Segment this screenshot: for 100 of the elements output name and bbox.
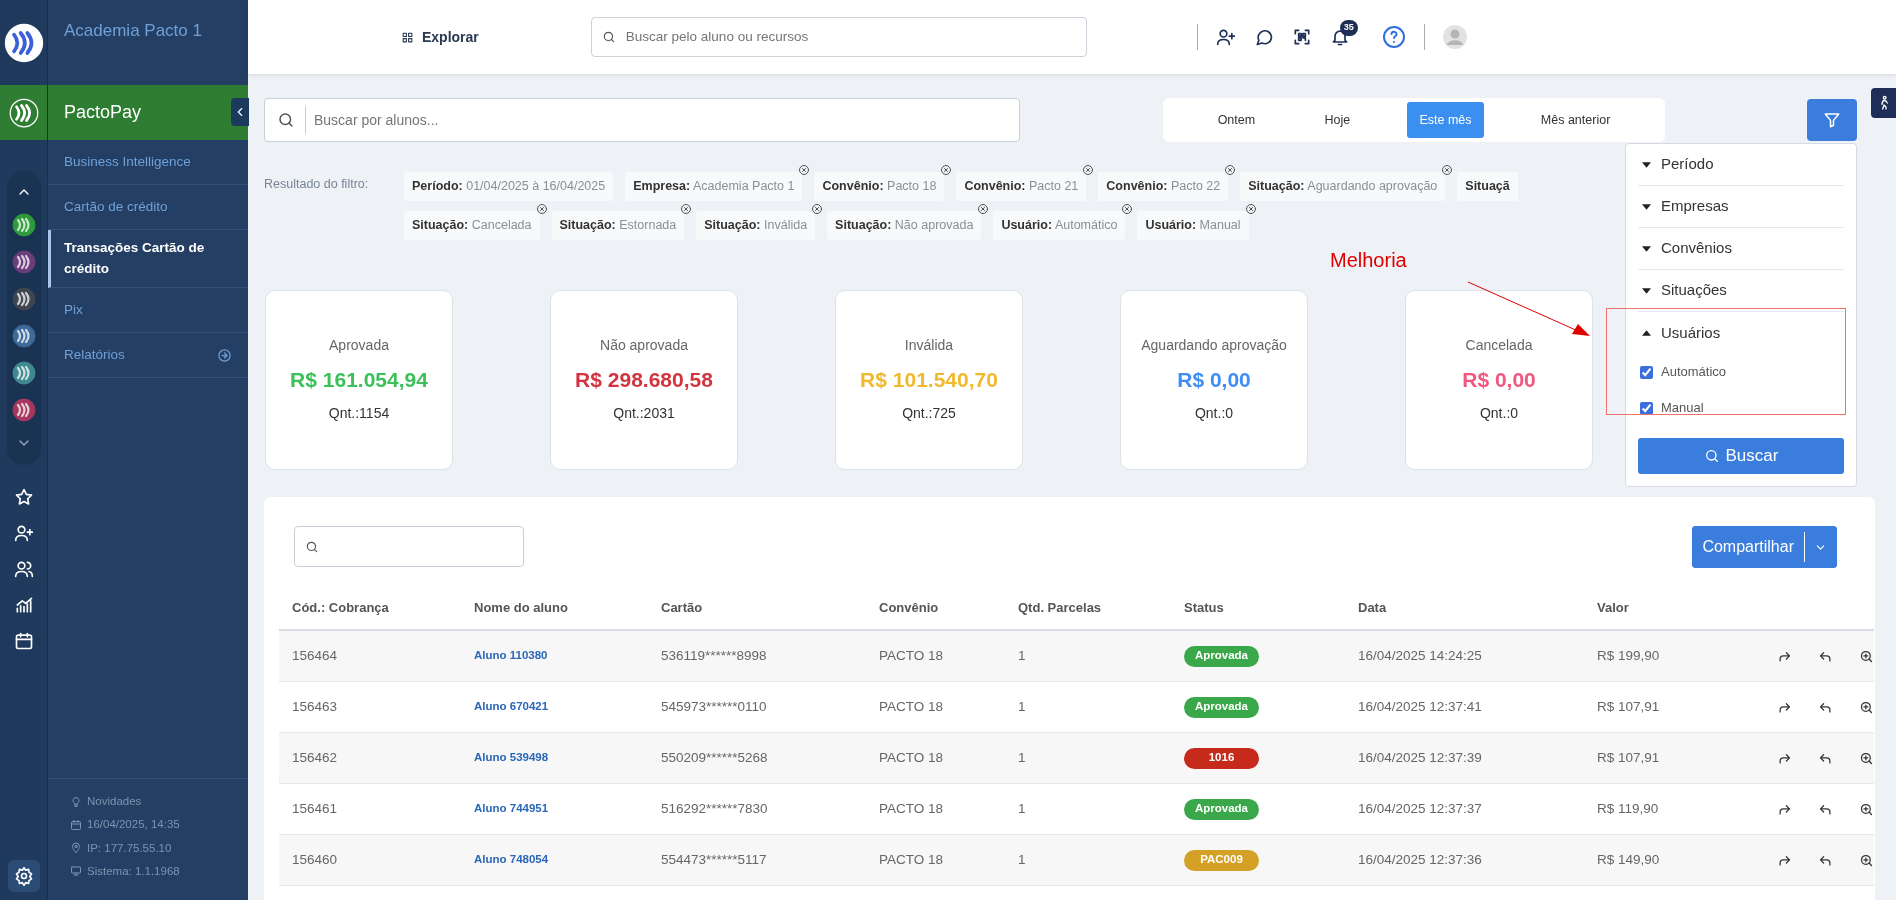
footer-text: 16/04/2025, 14:35 [87,817,180,833]
table-cell-text: 1 [1018,646,1026,665]
user-plus-icon[interactable] [13,523,34,543]
remove-icon[interactable] [977,202,990,215]
table-cell-text: 16/04/2025 14:24:25 [1358,646,1482,665]
table-cell-text: 550209******5268 [661,748,768,767]
period-tab[interactable]: Ontem [1205,101,1268,139]
app-icon[interactable] [11,250,36,274]
period-tab[interactable]: Hoje [1312,101,1363,139]
remove-icon[interactable] [680,202,693,215]
sidebar-item[interactable]: Relatórios [48,333,248,378]
search-button[interactable]: Buscar [1638,438,1844,474]
remove-icon[interactable] [535,202,548,215]
search-icon [277,111,295,129]
search-box[interactable]: Buscar por alunos... [264,98,1020,142]
dropdown-toggle-button[interactable] [1804,525,1837,568]
filter-section[interactable]: Situações [1638,270,1844,312]
card-count: Qnt.:0 [1194,404,1234,424]
search-field[interactable] [294,526,524,567]
app-icon[interactable] [11,398,36,422]
table-cell-text: 1 [1018,799,1026,818]
module-icon[interactable] [8,97,39,128]
checkbox[interactable] [1640,365,1653,379]
table-cell-text: 516292******7830 [661,799,768,818]
table-cell-text: PACTO 18 [879,646,944,665]
explore-button[interactable]: Explorar [401,26,479,48]
user-plus-icon[interactable] [1215,27,1236,47]
filter-section[interactable]: Usuários [1638,312,1844,354]
sidebar-item[interactable]: Business Intelligence [48,140,248,185]
sidebar-item[interactable]: Cartão de crédito [48,185,248,230]
status-badge: Aprovada [1184,798,1259,820]
remove-icon[interactable] [1224,164,1237,176]
sidebar-item[interactable]: Pix [48,288,248,333]
student-link[interactable]: Aluno 744951 [474,800,549,818]
footer-text: Sistema: 1.1.1968 [87,863,180,879]
card-title: Não aprovada [600,335,688,355]
status-badge: 1016 [1184,747,1259,769]
filter-section[interactable]: Período [1638,144,1844,186]
star-icon[interactable] [13,487,34,507]
checkbox-label[interactable]: Manual [1661,398,1704,418]
sidebar-item[interactable]: Transações Cartão de crédito [48,230,248,288]
zoom-in-icon[interactable] [1859,852,1874,868]
remove-icon[interactable] [798,164,811,176]
search-box[interactable]: Buscar pelo aluno ou recursos [590,17,1087,57]
settings-icon[interactable] [13,866,34,886]
table-cell-text: 156464 [292,646,338,665]
app-icon[interactable] [11,287,36,311]
table-cell-text: 156461 [292,799,338,818]
location-pin-icon [70,842,82,855]
logo-icon[interactable] [3,22,44,63]
filter-label: Resultado do filtro: [264,176,370,193]
zoom-in-icon[interactable] [1859,750,1874,766]
zoom-in-icon[interactable] [1859,801,1874,817]
student-link[interactable]: Aluno 670421 [474,698,549,716]
app-icon[interactable] [11,324,36,348]
users-icon[interactable] [13,559,34,579]
checkbox[interactable] [1640,401,1653,415]
filter-section[interactable]: Empresas [1638,186,1844,228]
accessibility-button[interactable] [1871,88,1896,118]
help-icon[interactable] [1381,25,1406,49]
student-link[interactable]: Aluno 748054 [474,851,549,869]
checkbox-label[interactable]: Automático [1661,362,1727,382]
status-badge: Aprovada [1184,645,1259,667]
filter-button[interactable] [1807,99,1857,141]
app-icon[interactable] [11,361,36,385]
table-cell-text: R$ 107,91 [1597,697,1660,716]
remove-icon[interactable] [940,164,953,176]
collapse-button[interactable] [231,98,249,126]
table-cell-text: R$ 149,90 [1597,850,1660,869]
table-cell-text: 536119******8998 [661,646,767,665]
settings-button[interactable] [7,860,40,892]
chat-icon[interactable] [1253,27,1274,47]
table-cell-text: PACTO 18 [879,748,944,767]
remove-icon[interactable] [1121,202,1134,215]
remove-icon[interactable] [1244,202,1257,215]
grid-icon [401,30,414,44]
filter-chip: Situaçã [1457,172,1518,201]
period-tab[interactable]: Mês anterior [1528,101,1623,139]
search-icon [601,30,616,44]
card-count: Qnt.:0 [1479,404,1519,424]
table-cell-text: 156463 [292,697,338,716]
calendar-icon[interactable] [13,631,34,651]
table-cell-text: 16/04/2025 12:37:39 [1358,748,1482,767]
app-icon[interactable] [11,213,36,237]
remove-icon[interactable] [811,202,824,215]
student-link[interactable]: Aluno 539498 [474,749,549,767]
card-title: Aprovada [329,335,389,355]
filter-section[interactable]: Convênios [1638,228,1844,270]
remove-icon[interactable] [1441,164,1454,176]
zoom-in-icon[interactable] [1859,699,1874,715]
card-amount: R$ 101.540,70 [860,366,998,393]
remove-icon[interactable] [1082,164,1095,176]
table-cell-text: 156460 [292,850,338,869]
zoom-in-icon[interactable] [1859,648,1874,664]
card-amount: R$ 0,00 [1177,366,1251,393]
lightbulb-icon [70,795,82,808]
card-title: Inválida [904,335,954,355]
table-cell-text: PACTO 18 [879,799,944,818]
student-link[interactable]: Aluno 110380 [474,647,548,665]
company-name: Academia Pacto 1 [63,20,203,42]
